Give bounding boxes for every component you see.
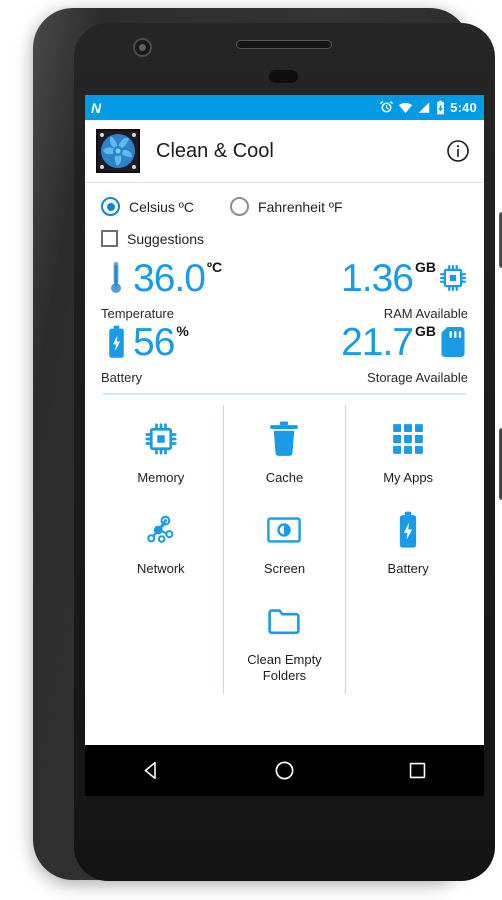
stat-temperature: 36.0 ºC Temperature (101, 257, 285, 321)
alarm-icon (380, 101, 394, 113)
radio-celsius-icon (101, 197, 120, 216)
stat-storage-unit: GB (415, 323, 436, 339)
action-my-apps-label: My Apps (383, 470, 434, 485)
chip-icon (143, 419, 179, 459)
action-grid: Memory Cache My Apps Network Screen Batt… (85, 405, 484, 694)
grid-spacer (346, 587, 470, 694)
stat-temperature-label: Temperature (101, 306, 174, 321)
radio-fahrenheit-icon (230, 197, 250, 216)
suggestions-label: Suggestions (127, 230, 205, 247)
trash-icon (267, 419, 301, 459)
suggestions-checkbox-icon[interactable] (101, 230, 118, 247)
sdcard-icon (438, 321, 468, 363)
folder-icon (267, 601, 301, 641)
action-my-apps[interactable]: My Apps (346, 405, 470, 496)
earpiece-speaker (236, 40, 332, 49)
grid-spacer (99, 587, 223, 694)
action-screen[interactable]: Screen (222, 496, 347, 587)
action-screen-label: Screen (263, 561, 306, 576)
stats-section: 36.0 ºC Temperature 1.36 GB RAM Availabl… (85, 251, 484, 405)
android-version-icon: N (91, 99, 101, 116)
action-memory[interactable]: Memory (99, 405, 223, 496)
battery-icon (101, 321, 131, 363)
recents-square-icon[interactable] (398, 751, 438, 791)
options-section: Celsius ºC Fahrenheit ºF Suggestions (85, 183, 484, 251)
stat-battery-value: 56 (133, 321, 175, 364)
action-network[interactable]: Network (99, 496, 223, 587)
suggestions-checkbox-row[interactable]: Suggestions (101, 230, 468, 247)
home-circle-icon[interactable] (265, 751, 305, 791)
proximity-sensor-icon (269, 70, 298, 83)
stat-temperature-value: 36.0 (133, 257, 206, 300)
action-network-label: Network (136, 561, 185, 576)
radio-celsius[interactable]: Celsius ºC (101, 197, 194, 216)
action-row-3: Clean Empty Folders (99, 587, 470, 694)
app-bar: Clean & Cool (85, 120, 484, 183)
battery-icon (398, 510, 418, 550)
phone-screen: N 5:40 Clean & Cool Celsius ºC Fahrenhei… (85, 95, 484, 796)
action-battery-label: Battery (387, 561, 429, 576)
back-triangle-icon[interactable] (132, 751, 172, 791)
brightness-icon (266, 510, 302, 550)
stat-ram-unit: GB (415, 259, 436, 275)
action-clean-empty-folders[interactable]: Clean Empty Folders (222, 587, 347, 694)
stat-temperature-unit: ºC (206, 259, 223, 275)
network-nodes-icon (143, 510, 179, 550)
stat-ram-label: RAM Available (383, 306, 468, 321)
action-cache-label: Cache (265, 470, 304, 485)
action-clean-empty-folders-label: Clean Empty Folders (247, 652, 322, 683)
stats-row-2: 56 % Battery 21.7 GB Storage Available (101, 321, 468, 385)
stat-battery-unit: % (176, 323, 189, 339)
front-camera-icon (133, 38, 152, 57)
action-battery[interactable]: Battery (346, 496, 470, 587)
stats-divider (103, 393, 466, 395)
radio-fahrenheit-label: Fahrenheit ºF (258, 198, 343, 215)
stat-ram: 1.36 GB RAM Available (285, 257, 468, 321)
android-nav-bar (85, 745, 484, 796)
fan-icon (96, 129, 140, 173)
stat-ram-value: 1.36 (341, 257, 414, 300)
action-cache[interactable]: Cache (222, 405, 347, 496)
stat-storage-label: Storage Available (367, 370, 468, 385)
status-bar: N 5:40 (85, 95, 484, 120)
radio-fahrenheit[interactable]: Fahrenheit ºF (230, 197, 343, 216)
stat-battery: 56 % Battery (101, 321, 285, 385)
status-bar-time: 5:40 (450, 100, 477, 115)
chip-icon (438, 257, 468, 299)
stat-storage: 21.7 GB Storage Available (285, 321, 468, 385)
temperature-unit-radio-group: Celsius ºC Fahrenheit ºF (101, 197, 468, 216)
radio-celsius-label: Celsius ºC (129, 198, 195, 215)
action-row-2: Network Screen Battery (99, 496, 470, 587)
page-title: Clean & Cool (156, 139, 274, 162)
info-icon[interactable] (446, 139, 470, 163)
stat-battery-label: Battery (101, 370, 143, 385)
phone-device: N 5:40 Clean & Cool Celsius ºC Fahrenhei… (33, 8, 502, 881)
stat-storage-value: 21.7 (341, 321, 414, 364)
battery-icon (437, 100, 445, 115)
apps-grid-icon (391, 419, 425, 459)
action-row-1: Memory Cache My Apps (99, 405, 470, 496)
stats-row-1: 36.0 ºC Temperature 1.36 GB RAM Availabl… (101, 257, 468, 321)
thermometer-icon (101, 257, 131, 299)
signal-icon (418, 102, 430, 113)
action-memory-label: Memory (137, 470, 185, 485)
wifi-icon (399, 102, 413, 114)
